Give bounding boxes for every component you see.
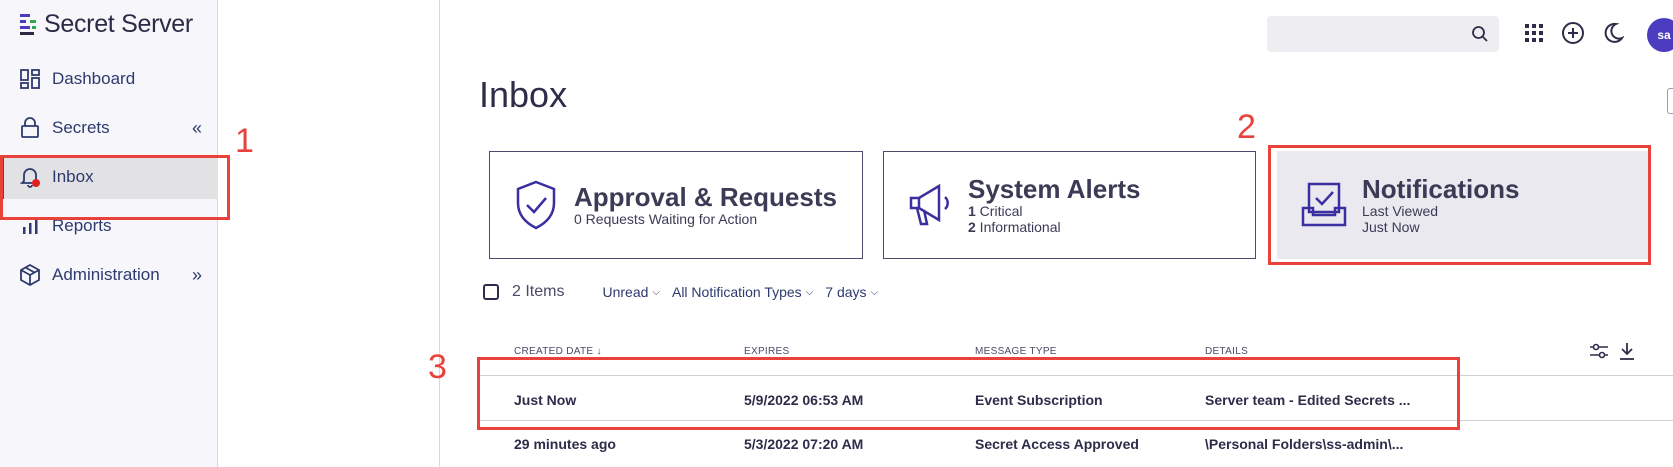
secret-server-logo-icon <box>20 13 36 35</box>
period-filter-dropdown[interactable]: 7 days ⌵ <box>825 284 878 300</box>
app-title: Secret Server <box>44 10 193 38</box>
card-subtitle: 0 Requests Waiting for Action <box>574 211 758 227</box>
items-count: 2 Items <box>512 283 565 300</box>
callout-box-3 <box>477 357 1460 430</box>
shield-check-icon <box>510 177 562 233</box>
cell-expires: 5/3/2022 07:20 AM <box>744 436 864 452</box>
search-input[interactable] <box>1267 16 1457 52</box>
callout-number-3: 3 <box>428 348 447 386</box>
dark-mode-moon-icon[interactable] <box>1600 20 1626 46</box>
table-tools <box>1589 342 1635 363</box>
expand-administration-chevron[interactable]: » <box>192 265 202 286</box>
critical-label: Critical <box>975 203 1023 219</box>
sidebar-item-secrets[interactable]: Secrets « <box>0 106 218 150</box>
filter-label: All Notification Types <box>671 284 802 300</box>
sidebar-item-label: Administration <box>52 265 160 284</box>
informational-count-line: 2 Informational <box>968 219 1140 235</box>
search-box[interactable] <box>1267 16 1499 52</box>
chevron-down-icon: ⌵ <box>652 286 660 298</box>
sidebar-item-label: Secrets <box>52 118 110 137</box>
card-title: System Alerts <box>968 174 1141 204</box>
collapse-sidebar-button[interactable]: « <box>192 118 202 139</box>
cube-icon <box>18 263 42 287</box>
user-avatar[interactable]: sa <box>1647 18 1673 52</box>
chevron-down-icon: ⌵ <box>870 286 879 298</box>
informational-label: Informational <box>975 219 1061 235</box>
search-icon[interactable] <box>1471 25 1489 48</box>
sidebar-item-administration[interactable]: Administration » <box>0 253 218 297</box>
callout-number-2: 2 <box>1237 108 1256 146</box>
column-header-expires[interactable]: EXPIRES <box>744 346 789 357</box>
lock-icon <box>18 116 42 140</box>
column-settings-sliders-icon[interactable] <box>1589 342 1609 363</box>
column-header-created-date[interactable]: CREATED DATE ↓ <box>514 346 602 357</box>
dashboard-icon <box>18 67 42 91</box>
download-icon[interactable] <box>1619 342 1635 363</box>
cell-details: \Personal Folders\ss-admin\... <box>1205 436 1404 452</box>
secondary-panel <box>218 0 440 467</box>
callout-box-1 <box>0 155 230 220</box>
filter-label: Unread <box>602 284 649 300</box>
callout-number-1: 1 <box>235 122 254 160</box>
cell-message-type: Secret Access Approved <box>975 436 1139 452</box>
apps-grid-icon[interactable] <box>1521 20 1547 46</box>
notification-type-filter-dropdown[interactable]: All Notification Types ⌵ <box>672 284 813 300</box>
informational-count: 2 <box>968 219 976 235</box>
add-circle-icon[interactable] <box>1560 20 1586 46</box>
approval-requests-card[interactable]: Approval & Requests 0 Requests Waiting f… <box>489 151 863 259</box>
filter-bar: 2 Items Unread ⌵ All Notification Types ⌵ … <box>483 280 890 304</box>
critical-count-line: 1 Critical <box>968 203 1140 219</box>
brand[interactable]: Secret Server <box>18 10 193 39</box>
sidebar-item-label: Dashboard <box>52 69 136 88</box>
card-title: Approval & Requests <box>574 182 837 212</box>
page-title: Inbox <box>479 74 568 115</box>
chevron-down-icon: ⌵ <box>805 286 814 298</box>
column-label: CREATED DATE <box>514 346 594 357</box>
sidebar: Secret Server Dashboard Secrets « Inbox … <box>0 0 218 467</box>
sidebar-item-dashboard[interactable]: Dashboard <box>0 57 218 101</box>
filter-label: 7 days <box>825 284 867 300</box>
cell-created: 29 minutes ago <box>514 436 616 452</box>
megaphone-icon <box>904 177 956 233</box>
column-header-details[interactable]: DETAILS <box>1205 346 1248 357</box>
sort-arrow-down-icon: ↓ <box>596 346 602 357</box>
critical-count: 1 <box>968 203 976 219</box>
unread-filter-dropdown[interactable]: Unread ⌵ <box>602 284 660 300</box>
system-alerts-card[interactable]: System Alerts 1 Critical 2 Informational <box>883 151 1256 259</box>
select-all-checkbox[interactable] <box>483 284 499 300</box>
side-panel-toggle[interactable] <box>1667 88 1673 114</box>
column-header-message-type[interactable]: MESSAGE TYPE <box>975 346 1057 357</box>
callout-box-2 <box>1268 145 1651 265</box>
